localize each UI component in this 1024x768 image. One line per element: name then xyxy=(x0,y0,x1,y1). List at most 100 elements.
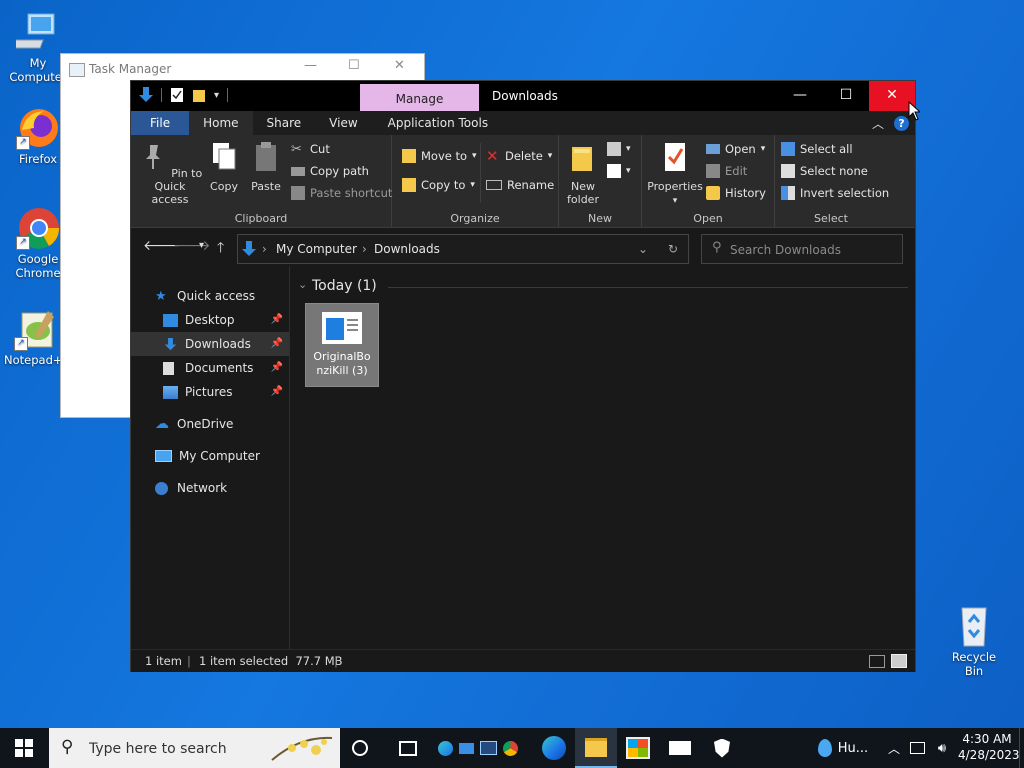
show-desktop-button[interactable] xyxy=(1019,728,1024,768)
copy-button[interactable]: Copy xyxy=(207,141,241,193)
file-explorer-window[interactable]: ▾ Manage Downloads — ☐ ✕ File Home Share… xyxy=(130,80,916,672)
tab-share[interactable]: Share xyxy=(253,111,316,135)
pin-icon[interactable]: 📌 xyxy=(271,314,283,325)
taskbar-search-input[interactable] xyxy=(87,738,261,760)
taskbar-store[interactable] xyxy=(618,728,658,768)
title-bar[interactable]: ▾ Manage Downloads — ☐ ✕ xyxy=(131,81,915,111)
open-button[interactable]: Open ▾ xyxy=(706,142,765,156)
address-bar[interactable]: › My Computer › Downloads ⌄ ↻ xyxy=(237,234,689,264)
refresh-icon[interactable]: ↻ xyxy=(668,242,678,256)
taskbar-security[interactable] xyxy=(702,728,742,768)
monitor-small-icon xyxy=(459,742,474,754)
nav-quick-access[interactable]: ★ Quick access xyxy=(131,284,289,308)
file-item-selected[interactable]: OriginalBo nziKill (3) xyxy=(305,303,379,387)
group-divider xyxy=(388,287,908,288)
easy-access-button[interactable]: ▾ xyxy=(607,164,631,178)
delete-button[interactable]: ✕ Delete ▾ xyxy=(486,147,552,165)
nav-downloads[interactable]: Downloads 📌 xyxy=(131,332,289,356)
ribbon-tabs: File Home Share View Application Tools ︿… xyxy=(131,111,915,135)
address-dropdown-icon[interactable]: ⌄ xyxy=(638,242,648,256)
tab-file[interactable]: File xyxy=(131,111,190,135)
properties-check-icon[interactable] xyxy=(170,87,184,103)
properties-button[interactable]: Properties ▾ xyxy=(646,141,704,208)
collapse-ribbon-icon[interactable]: ︿ xyxy=(872,115,884,132)
up-arrow-icon[interactable]: 🡑 xyxy=(217,237,224,261)
delete-x-icon: ✕ xyxy=(486,147,499,165)
taskbar-edge[interactable] xyxy=(532,728,576,768)
group-collapse-chevron-icon[interactable]: ⌄ xyxy=(298,278,307,291)
recent-locations-icon[interactable]: ▾ xyxy=(199,240,204,251)
breadcrumb-my-computer[interactable]: My Computer xyxy=(276,242,357,256)
taskbar-search-box[interactable]: ⚲ xyxy=(49,728,340,768)
breadcrumb-downloads[interactable]: Downloads xyxy=(374,242,440,256)
tab-home[interactable]: Home xyxy=(189,111,253,135)
new-folder-icon[interactable] xyxy=(192,87,206,103)
minimize-button[interactable]: — xyxy=(777,81,823,111)
onedrive-cloud-icon: ☁ xyxy=(155,415,169,432)
nav-my-computer[interactable]: My Computer xyxy=(131,444,289,468)
start-button[interactable] xyxy=(0,728,48,768)
pin-icon[interactable]: 📌 xyxy=(271,362,283,373)
file-list[interactable]: ⌄ Today (1) OriginalBo nziKill (3) xyxy=(290,266,915,649)
pin-icon[interactable]: 📌 xyxy=(271,386,283,397)
history-button[interactable]: History xyxy=(706,186,766,200)
pin-to-quick-access-button[interactable]: Pin to Quick access xyxy=(137,141,203,206)
taskbar-clock[interactable]: 4:30 AM 4/28/2023 xyxy=(958,731,1020,763)
shortcut-arrow-icon: ↗ xyxy=(16,136,30,150)
copy-to-button[interactable]: Copy to ▾ xyxy=(402,178,475,192)
cut-button[interactable]: ✂ Cut xyxy=(291,142,330,157)
task-view-button[interactable] xyxy=(390,728,426,768)
search-box[interactable]: ⚲ xyxy=(701,234,903,264)
large-icons-view-icon[interactable] xyxy=(891,654,907,668)
new-folder-button[interactable]: New folder xyxy=(563,141,603,206)
weather-widget[interactable]: Hu... xyxy=(808,728,878,768)
network-tray-button[interactable] xyxy=(906,728,928,768)
manage-context-tab[interactable]: Manage xyxy=(360,84,479,111)
volume-tray-button[interactable]: 🔊︎ xyxy=(930,728,954,768)
search-input[interactable] xyxy=(728,240,897,260)
qat-dropdown-icon[interactable]: ▾ xyxy=(214,90,219,101)
copy-path-button[interactable]: Copy path xyxy=(291,164,369,178)
maximize-icon[interactable]: ☐ xyxy=(348,58,360,73)
edit-button[interactable]: Edit xyxy=(706,164,747,178)
rename-button[interactable]: Rename xyxy=(486,178,554,192)
forward-arrow-icon[interactable]: 🡒 xyxy=(173,237,211,254)
nav-onedrive[interactable]: ☁ OneDrive xyxy=(131,412,289,436)
nav-network[interactable]: Network xyxy=(131,476,289,500)
minimize-icon[interactable]: — xyxy=(304,58,317,73)
pin-icon[interactable]: 📌 xyxy=(271,338,283,349)
move-to-button[interactable]: Move to ▾ xyxy=(402,149,477,163)
store-bag-icon xyxy=(626,737,650,759)
downloads-arrow-icon[interactable] xyxy=(139,87,153,103)
invert-selection-button[interactable]: Invert selection xyxy=(781,186,889,200)
new-item-button[interactable]: ▾ xyxy=(607,142,631,156)
select-none-icon xyxy=(781,164,795,178)
maximize-button[interactable]: ☐ xyxy=(823,81,869,111)
taskbar-mail[interactable] xyxy=(660,728,700,768)
news-widget-button[interactable] xyxy=(430,728,526,768)
desktop-icon-recycle-bin[interactable]: Recycle Bin xyxy=(942,604,1006,678)
select-all-button[interactable]: Select all xyxy=(781,142,853,156)
pictures-icon xyxy=(163,385,178,399)
taskbar-file-explorer[interactable] xyxy=(575,728,617,768)
paste-shortcut-button[interactable]: Paste shortcut xyxy=(291,186,392,200)
close-icon[interactable]: ✕ xyxy=(394,58,405,73)
help-icon[interactable]: ? xyxy=(894,116,909,131)
tab-view[interactable]: View xyxy=(315,111,371,135)
cortana-button[interactable] xyxy=(342,728,378,768)
paste-button[interactable]: Paste xyxy=(247,141,285,193)
select-group: Select all Select none Invert selection … xyxy=(775,135,889,227)
nav-pictures[interactable]: Pictures 📌 xyxy=(131,380,289,404)
desktop-icon-notepadpp[interactable]: ↗ Notepad++ xyxy=(4,307,72,367)
show-hidden-icons-button[interactable]: ︿ xyxy=(884,728,904,768)
task-manager-icon xyxy=(69,63,85,77)
nav-documents[interactable]: Documents 📌 xyxy=(131,356,289,380)
group-header-today[interactable]: Today (1) xyxy=(312,278,377,294)
details-view-icon[interactable] xyxy=(869,655,885,668)
select-none-button[interactable]: Select none xyxy=(781,164,868,178)
clipboard-group-label: Clipboard xyxy=(234,212,288,225)
status-item-count: 1 item xyxy=(145,654,182,668)
nav-desktop[interactable]: Desktop 📌 xyxy=(131,308,289,332)
select-all-icon xyxy=(781,142,795,156)
tab-application-tools[interactable]: Application Tools xyxy=(374,111,502,135)
